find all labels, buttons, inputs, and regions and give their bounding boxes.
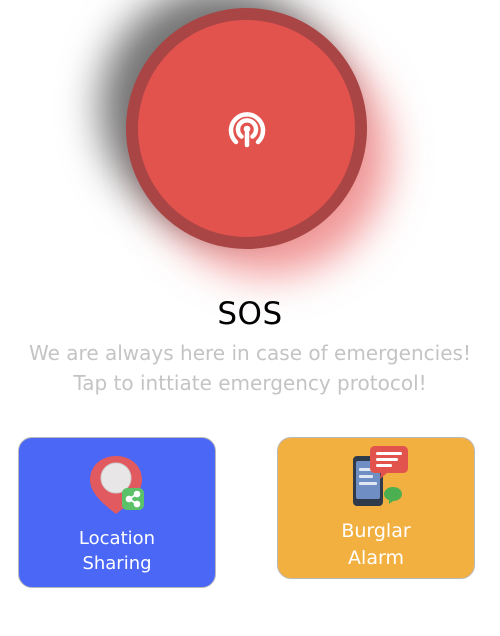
sos-subtitle-line1: We are always here in case of emergencie… [29, 341, 471, 365]
location-sharing-card[interactable]: Location Sharing [18, 437, 216, 588]
burglar-alarm-label-line2: Alarm [348, 547, 404, 569]
burglar-alarm-card[interactable]: Burglar Alarm [277, 437, 475, 579]
burglar-alarm-label: Burglar Alarm [278, 518, 474, 572]
location-sharing-label-line2: Sharing [82, 553, 152, 574]
burglar-alarm-label-line1: Burglar [341, 520, 411, 542]
location-sharing-label-line1: Location [78, 528, 156, 549]
location-sharing-label: Location Sharing [19, 526, 215, 576]
sos-button[interactable] [126, 8, 367, 249]
sos-button-face[interactable] [138, 20, 355, 237]
phone-message-icon [347, 444, 411, 514]
sos-subtitle-line2: Tap to inttiate emergency protocol! [73, 371, 427, 395]
location-share-icon [86, 452, 150, 520]
sos-title: SOS [217, 296, 283, 332]
broadcast-signal-icon [228, 111, 265, 147]
